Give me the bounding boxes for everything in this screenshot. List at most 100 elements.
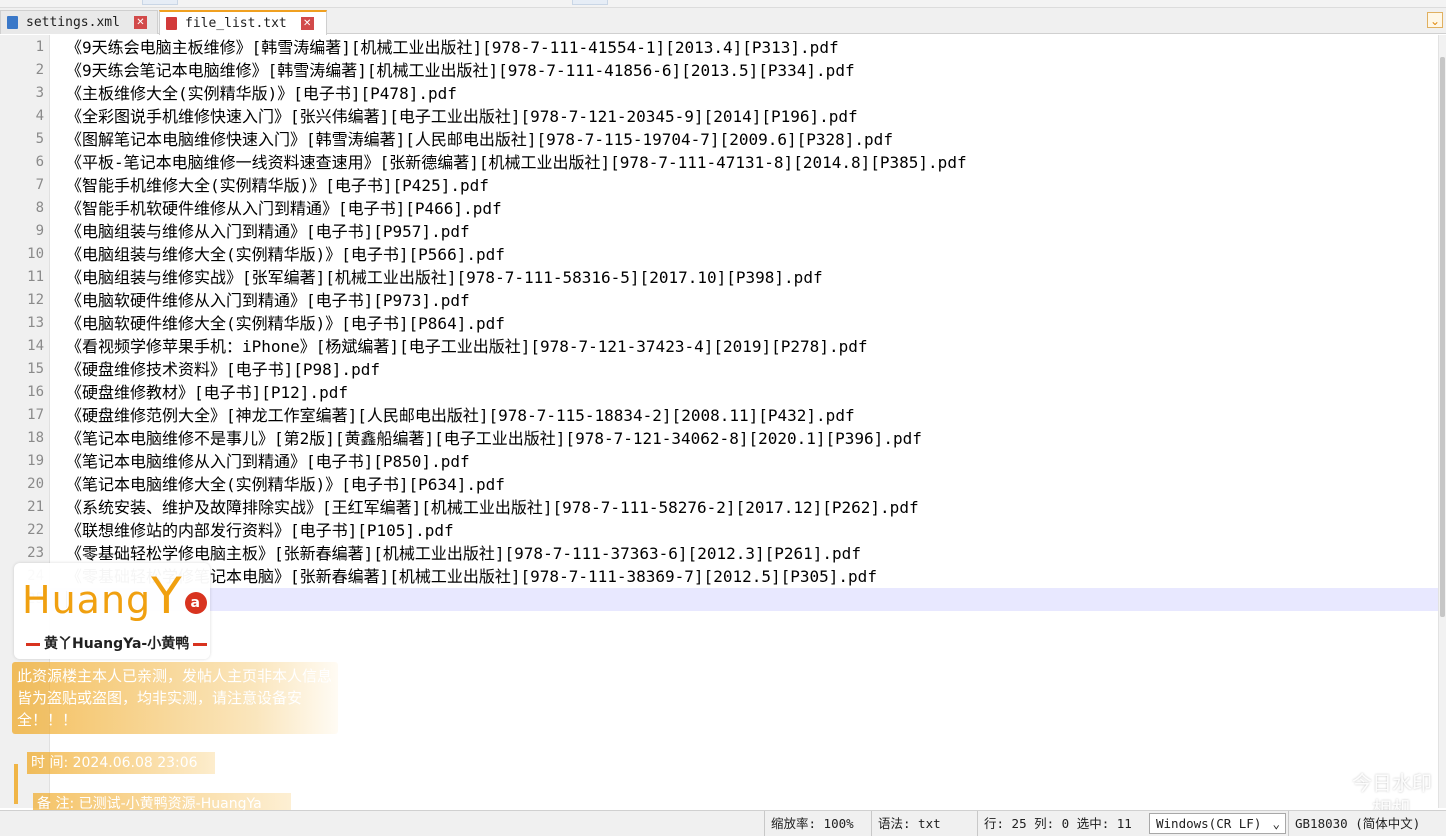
line-number: 13	[27, 315, 44, 331]
line-number: 11	[27, 269, 44, 285]
line-number: 15	[27, 361, 44, 377]
editor-line[interactable]: 21 《系统安装、维护及故障排除实战》[王红军编著][机械工业出版社][978-7…	[0, 496, 1438, 519]
line-number: 3	[35, 85, 44, 101]
toolbar-remnant	[572, 0, 608, 5]
editor-line[interactable]: 6 《平板-笔记本电脑维修一线资料速查速用》[张新德编著][机械工业出版社][97…	[0, 151, 1438, 174]
line-number: 23	[27, 545, 44, 561]
scrollbar-thumb[interactable]	[1440, 57, 1445, 617]
editor-line[interactable]: 3 《主板维修大全(实例精华版)》[电子书][P478].pdf	[0, 82, 1438, 105]
line-number: 2	[35, 62, 44, 78]
tab-list-dropdown-icon[interactable]: ⌄	[1427, 12, 1443, 28]
logo-a-badge: a	[184, 591, 207, 614]
line-number: 14	[27, 338, 44, 354]
line-text: 《9天练会笔记本电脑维修》[韩雪涛编著][机械工业出版社][978-7-111-…	[66, 61, 855, 80]
line-number: 17	[27, 407, 44, 423]
line-text: 《看视频学修苹果手机：iPhone》[杨斌编著][电子工业出版社][978-7-…	[66, 337, 868, 356]
vertical-scrollbar[interactable]	[1438, 35, 1446, 808]
watermark-logo: HuangY a	[22, 571, 207, 623]
xml-file-icon	[7, 16, 18, 29]
caption-bar	[193, 642, 208, 646]
status-syntax[interactable]: 语法: txt	[871, 811, 975, 836]
watermark-caption: 黄丫HuangYa-小黄鸭	[22, 633, 211, 653]
close-tab-icon[interactable]: ✕	[133, 16, 147, 29]
line-text: 《智能手机维修大全(实例精华版)》[电子书][P425].pdf	[66, 176, 489, 195]
tab-file-list-txt[interactable]: file_list.txt ✕	[159, 10, 327, 35]
eol-value: Windows(CR LF)	[1156, 816, 1262, 831]
tab-label: file_list.txt	[185, 16, 287, 31]
editor-line[interactable]: 16 《硬盘维修教材》[电子书][P12].pdf	[0, 381, 1438, 404]
editor-line[interactable]: 23 《零基础轻松学修电脑主板》[张新春编著][机械工业出版社][978-7-11…	[0, 542, 1438, 565]
editor-line[interactable]: 20 《笔记本电脑维修大全(实例精华版)》[电子书][P634].pdf	[0, 473, 1438, 496]
line-text: 《全彩图说手机维修快速入门》[张兴伟编著][电子工业出版社][978-7-121…	[66, 107, 858, 126]
logo-text: Huang	[22, 578, 152, 622]
line-text: 《电脑软硬件维修大全(实例精华版)》[电子书][P864].pdf	[66, 314, 505, 333]
editor-line[interactable]: 24《零基础轻松学修笔记本电脑》[张新春编著][机械工业出版社][978-7-1…	[0, 565, 1438, 588]
line-text: 《硬盘维修范例大全》[神龙工作室编著][人民邮电出版社][978-7-115-1…	[66, 406, 855, 425]
line-number: 9	[35, 223, 44, 239]
editor-line[interactable]: 17 《硬盘维修范例大全》[神龙工作室编著][人民邮电出版社][978-7-115…	[0, 404, 1438, 427]
line-text: 《系统安装、维护及故障排除实战》[王红军编著][机械工业出版社][978-7-1…	[66, 498, 919, 517]
line-text: 《智能手机软硬件维修从入门到精通》[电子书][P466].pdf	[66, 199, 502, 218]
logo-y: Y	[151, 567, 183, 625]
line-text: 《电脑软硬件维修从入门到精通》[电子书][P973].pdf	[66, 291, 470, 310]
line-number: 10	[27, 246, 44, 262]
line-number: 5	[35, 131, 44, 147]
tab-settings-xml[interactable]: settings.xml ✕	[0, 10, 158, 34]
editor-line[interactable]: 13 《电脑软硬件维修大全(实例精华版)》[电子书][P864].pdf	[0, 312, 1438, 335]
line-text: 《图解笔记本电脑维修快速入门》[韩雪涛编著][人民邮电出版社][978-7-11…	[66, 130, 893, 149]
editor-line[interactable]: 2 《9天练会笔记本电脑维修》[韩雪涛编著][机械工业出版社][978-7-111…	[0, 59, 1438, 82]
editor-line[interactable]: 5 《图解笔记本电脑维修快速入门》[韩雪涛编著][人民邮电出版社][978-7-1…	[0, 128, 1438, 151]
line-text: 《零基础轻松学修电脑主板》[张新春编著][机械工业出版社][978-7-111-…	[66, 544, 861, 563]
line-number: 19	[27, 453, 44, 469]
line-number: 4	[35, 108, 44, 124]
line-number: 6	[35, 154, 44, 170]
chevron-down-icon: ⌄	[1272, 816, 1280, 831]
status-encoding[interactable]: GB18030 (简体中文)	[1288, 811, 1446, 836]
brand-line-1: 今日水印	[1352, 771, 1432, 795]
editor-line[interactable]: 7 《智能手机维修大全(实例精华版)》[电子书][P425].pdf	[0, 174, 1438, 197]
editor-line[interactable]: 10 《电脑组装与维修大全(实例精华版)》[电子书][P566].pdf	[0, 243, 1438, 266]
line-number: 18	[27, 430, 44, 446]
editor-line[interactable]: 12 《电脑软硬件维修从入门到精通》[电子书][P973].pdf	[0, 289, 1438, 312]
tab-label: settings.xml	[26, 15, 120, 30]
line-number: 21	[27, 499, 44, 515]
watermark-notice: 此资源楼主本人已亲测，发帖人主页非本人信息皆为盗贴或盗图，均非实测，请注意设备安…	[12, 662, 338, 734]
line-text: 《9天练会电脑主板维修》[韩雪涛编著][机械工业出版社][978-7-111-4…	[66, 38, 839, 57]
line-number: 16	[27, 384, 44, 400]
tab-bar: settings.xml ✕ file_list.txt ✕ ⌄	[0, 8, 1446, 35]
editor-line[interactable]: 4 《全彩图说手机维修快速入门》[张兴伟编著][电子工业出版社][978-7-12…	[0, 105, 1438, 128]
editor-line[interactable]: 8 《智能手机软硬件维修从入门到精通》[电子书][P466].pdf	[0, 197, 1438, 220]
line-number: 1	[35, 39, 44, 55]
window-top-strip	[0, 0, 1446, 8]
eol-select[interactable]: Windows(CR LF) ⌄	[1149, 813, 1286, 834]
line-text: 《联想维修站的内部发行资料》[电子书][P105].pdf	[66, 521, 454, 540]
line-text: 《笔记本电脑维修大全(实例精华版)》[电子书][P634].pdf	[66, 475, 505, 494]
line-number: 22	[27, 522, 44, 538]
editor-line[interactable]: 9 《电脑组装与维修从入门到精通》[电子书][P957].pdf	[0, 220, 1438, 243]
editor-line[interactable]: 11 《电脑组装与维修实战》[张军编著][机械工业出版社][978-7-111-5…	[0, 266, 1438, 289]
line-number: 20	[27, 476, 44, 492]
line-text: 《硬盘维修技术资料》[电子书][P98].pdf	[66, 360, 380, 379]
line-text: 《笔记本电脑维修从入门到精通》[电子书][P850].pdf	[66, 452, 470, 471]
watermark-time: 时 间: 2024.06.08 23:06	[27, 752, 215, 774]
editor-line[interactable]: 19 《笔记本电脑维修从入门到精通》[电子书][P850].pdf	[0, 450, 1438, 473]
watermark-accent-bar	[14, 764, 18, 804]
line-text: 《电脑组装与维修大全(实例精华版)》[电子书][P566].pdf	[66, 245, 505, 264]
line-text: 《笔记本电脑维修不是事儿》[第2版][黄鑫船编著][电子工业出版社][978-7…	[66, 429, 922, 448]
line-number: 8	[35, 200, 44, 216]
current-line[interactable]: 25	[0, 588, 1438, 611]
line-text: 《硬盘维修教材》[电子书][P12].pdf	[66, 383, 348, 402]
close-tab-icon[interactable]: ✕	[300, 17, 314, 30]
line-text: 《平板-笔记本电脑维修一线资料速查速用》[张新德编著][机械工业出版社][978…	[66, 153, 967, 172]
editor-line[interactable]: 22 《联想维修站的内部发行资料》[电子书][P105].pdf	[0, 519, 1438, 542]
editor-line[interactable]: 14 《看视频学修苹果手机：iPhone》[杨斌编著][电子工业出版社][978-…	[0, 335, 1438, 358]
line-text: 《电脑组装与维修从入门到精通》[电子书][P957].pdf	[66, 222, 470, 241]
editor-line[interactable]: 1 《9天练会电脑主板维修》[韩雪涛编著][机械工业出版社][978-7-111-…	[0, 36, 1438, 59]
status-bar: 缩放率: 100% 语法: txt 行: 25 列: 0 选中: 11 Wind…	[0, 810, 1446, 836]
editor-line[interactable]: 15 《硬盘维修技术资料》[电子书][P98].pdf	[0, 358, 1438, 381]
editor-line[interactable]: 18 《笔记本电脑维修不是事儿》[第2版][黄鑫船编著][电子工业出版社][978…	[0, 427, 1438, 450]
toolbar-remnant	[142, 0, 178, 5]
status-position: 行: 25 列: 0 选中: 11	[977, 811, 1147, 836]
caption-bar	[26, 642, 40, 646]
line-text: 《主板维修大全(实例精华版)》[电子书][P478].pdf	[66, 84, 457, 103]
